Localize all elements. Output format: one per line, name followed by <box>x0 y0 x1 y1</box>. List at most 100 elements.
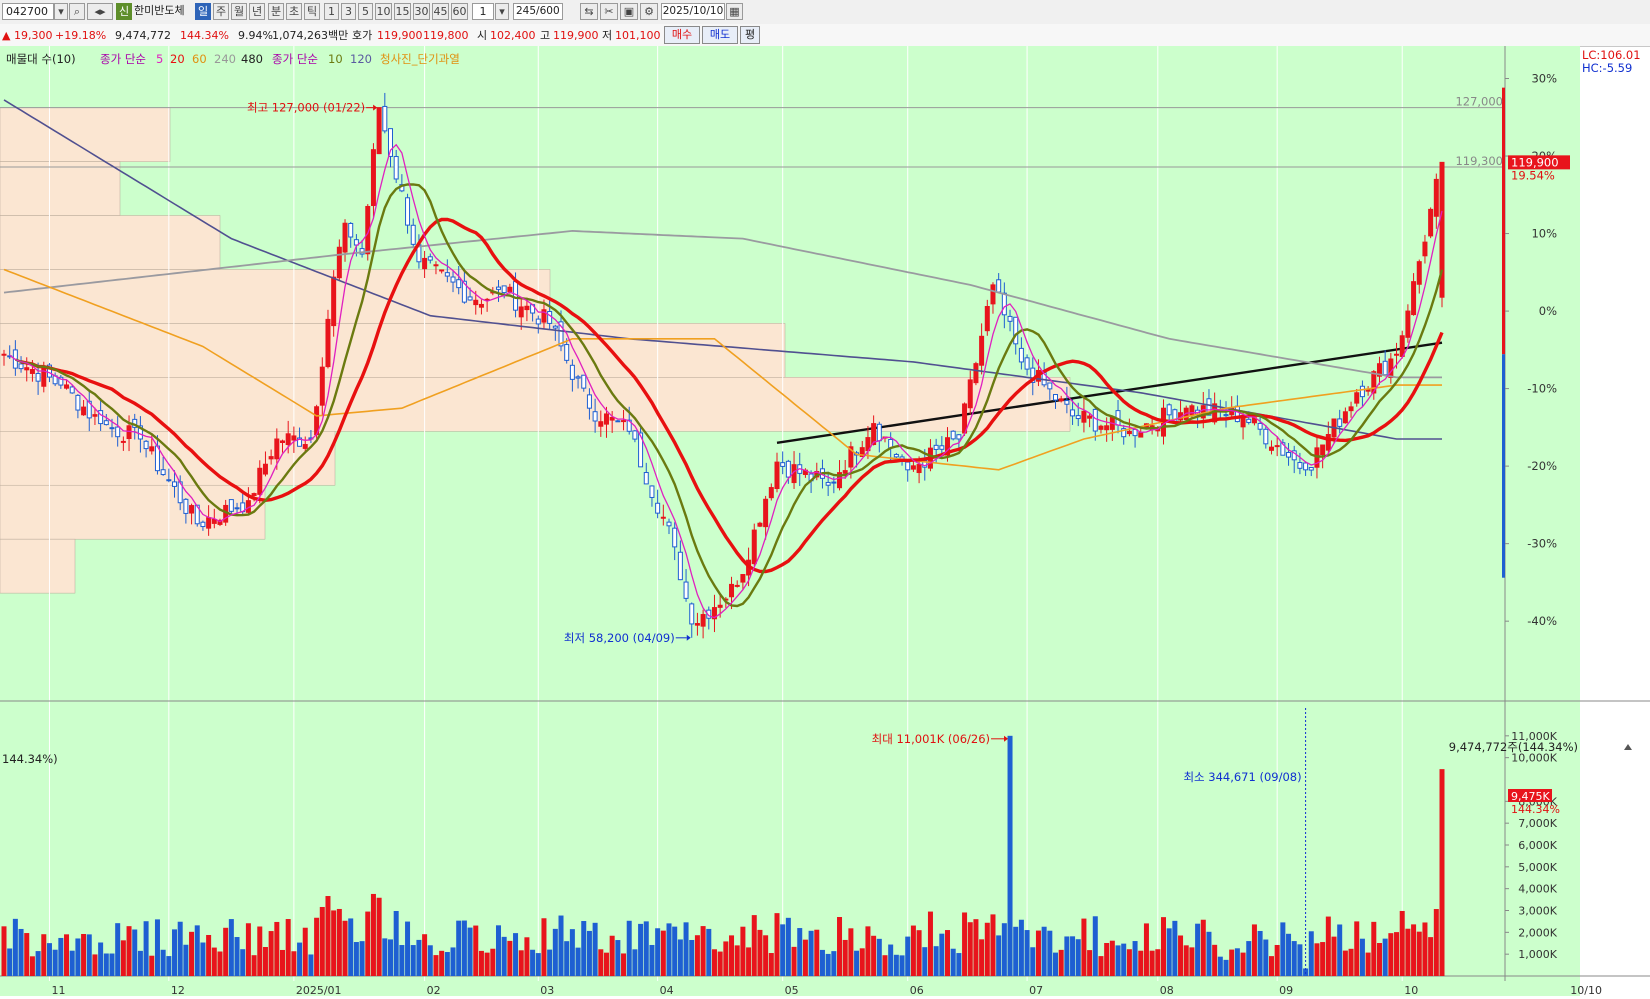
volume-tick-label: 1,000K <box>1518 948 1557 961</box>
candle <box>336 246 342 279</box>
volume-bar <box>461 920 467 976</box>
volume-bar <box>120 940 126 976</box>
turnover-value: 9.94% <box>238 29 273 42</box>
date-input[interactable]: 2025/10/10 <box>661 3 725 20</box>
volume-bar <box>1013 926 1019 976</box>
volume-bar <box>223 927 229 976</box>
x-tick-label: 07 <box>1029 984 1043 997</box>
volume-bar <box>149 955 155 976</box>
volume-bar <box>1223 959 1229 976</box>
candle <box>655 502 661 514</box>
volume-bar <box>1229 949 1235 976</box>
volume-bar <box>888 944 894 976</box>
candle <box>1234 405 1240 423</box>
count-input[interactable]: 245/600 <box>513 3 563 20</box>
candle <box>331 276 337 327</box>
buy-button[interactable]: 매수 <box>664 26 700 44</box>
interval-5[interactable]: 5 <box>358 3 373 20</box>
candle <box>513 281 519 311</box>
sound-icon[interactable]: ◂▸ <box>87 3 113 20</box>
tab-week[interactable]: 주 <box>213 3 229 20</box>
eval-button[interactable]: 평 <box>740 26 760 44</box>
volume-bar <box>433 955 439 976</box>
volume-bar <box>399 945 405 976</box>
candle <box>729 583 735 598</box>
candle <box>876 423 882 442</box>
pct-tick-label: -40% <box>1527 614 1557 628</box>
volume-bar <box>797 928 803 976</box>
tab-month[interactable]: 월 <box>231 3 247 20</box>
volume-bar <box>172 929 178 976</box>
volume-bar <box>564 941 570 976</box>
tab-year[interactable]: 년 <box>249 3 265 20</box>
split-icon[interactable]: ⇆ <box>580 3 598 20</box>
interval-1[interactable]: 1 <box>324 3 339 20</box>
tab-second[interactable]: 초 <box>286 3 302 20</box>
candle <box>1104 425 1110 431</box>
volume-bar <box>723 941 729 976</box>
volume-bar <box>1337 924 1343 976</box>
current-price-label: 119,900 <box>1511 155 1559 169</box>
volume-bar <box>513 933 519 976</box>
candle <box>319 366 325 406</box>
candle <box>785 460 791 478</box>
volume-bar <box>416 939 422 976</box>
calendar-icon[interactable]: ▦ <box>726 3 743 20</box>
code-input[interactable]: 042700 <box>2 3 54 20</box>
candle <box>763 498 769 528</box>
interval-input[interactable]: 1 <box>472 3 494 20</box>
tab-tick[interactable]: 틱 <box>304 3 320 20</box>
interval-dropdown-icon[interactable]: ▾ <box>495 3 509 20</box>
volume-bar <box>871 935 877 976</box>
volume-bar <box>1053 952 1059 976</box>
cross-icon[interactable]: ✂ <box>600 3 618 20</box>
volume-tick-label: 3,000K <box>1518 905 1557 918</box>
volume-bar <box>29 956 35 976</box>
interval-10[interactable]: 10 <box>375 3 392 20</box>
gear-icon[interactable]: ⚙ <box>640 3 658 20</box>
volume-bar <box>1217 956 1223 976</box>
lc-label: LC:106.01 <box>1582 48 1641 62</box>
volume-bar <box>842 939 848 976</box>
interval-3[interactable]: 3 <box>341 3 356 20</box>
interval-60[interactable]: 60 <box>451 3 468 20</box>
candle <box>1286 452 1292 458</box>
legend-ma480: 480 <box>241 52 263 66</box>
volume-current-pct: 144.34% <box>1511 803 1560 816</box>
volume-bar <box>348 918 354 976</box>
volume-bar <box>1331 936 1337 976</box>
interval-45[interactable]: 45 <box>432 3 449 20</box>
candle <box>1070 409 1076 417</box>
volume-bar <box>837 917 843 976</box>
code-dropdown-icon[interactable]: ▾ <box>54 3 68 20</box>
volume-bar <box>939 933 945 976</box>
volume-bar <box>41 934 47 976</box>
interval-15[interactable]: 15 <box>394 3 411 20</box>
volume-bar <box>35 951 41 976</box>
volume-bar <box>922 947 928 976</box>
candle <box>632 430 638 440</box>
volume-bar <box>785 917 791 976</box>
volume-bar <box>280 949 286 976</box>
volume-bar <box>1183 945 1189 976</box>
volume-bar <box>1075 939 1081 976</box>
volume-bar <box>717 951 723 976</box>
volume-bar <box>160 949 166 976</box>
volume-bar <box>251 955 257 976</box>
volume-bar <box>1149 950 1155 976</box>
search-icon[interactable]: ⌕ <box>69 3 85 20</box>
high-value: 119,900 <box>553 29 599 42</box>
tab-minute[interactable]: 분 <box>268 3 284 20</box>
candle <box>1388 358 1394 379</box>
sell-button[interactable]: 매도 <box>702 26 738 44</box>
tab-day[interactable]: 일 <box>195 3 211 20</box>
volume-bar <box>1308 931 1314 976</box>
save-icon[interactable]: ▣ <box>620 3 638 20</box>
candle <box>200 521 206 528</box>
stock-chart[interactable]: 매물대 수(10) 종가 단순 5 20 60 240 480 종가 단순 10… <box>0 46 1650 999</box>
interval-30[interactable]: 30 <box>413 3 430 20</box>
open-label: 시 <box>477 29 488 42</box>
x-tick-label: 04 <box>660 984 674 997</box>
candle <box>910 465 916 470</box>
volume-bar <box>808 930 814 976</box>
